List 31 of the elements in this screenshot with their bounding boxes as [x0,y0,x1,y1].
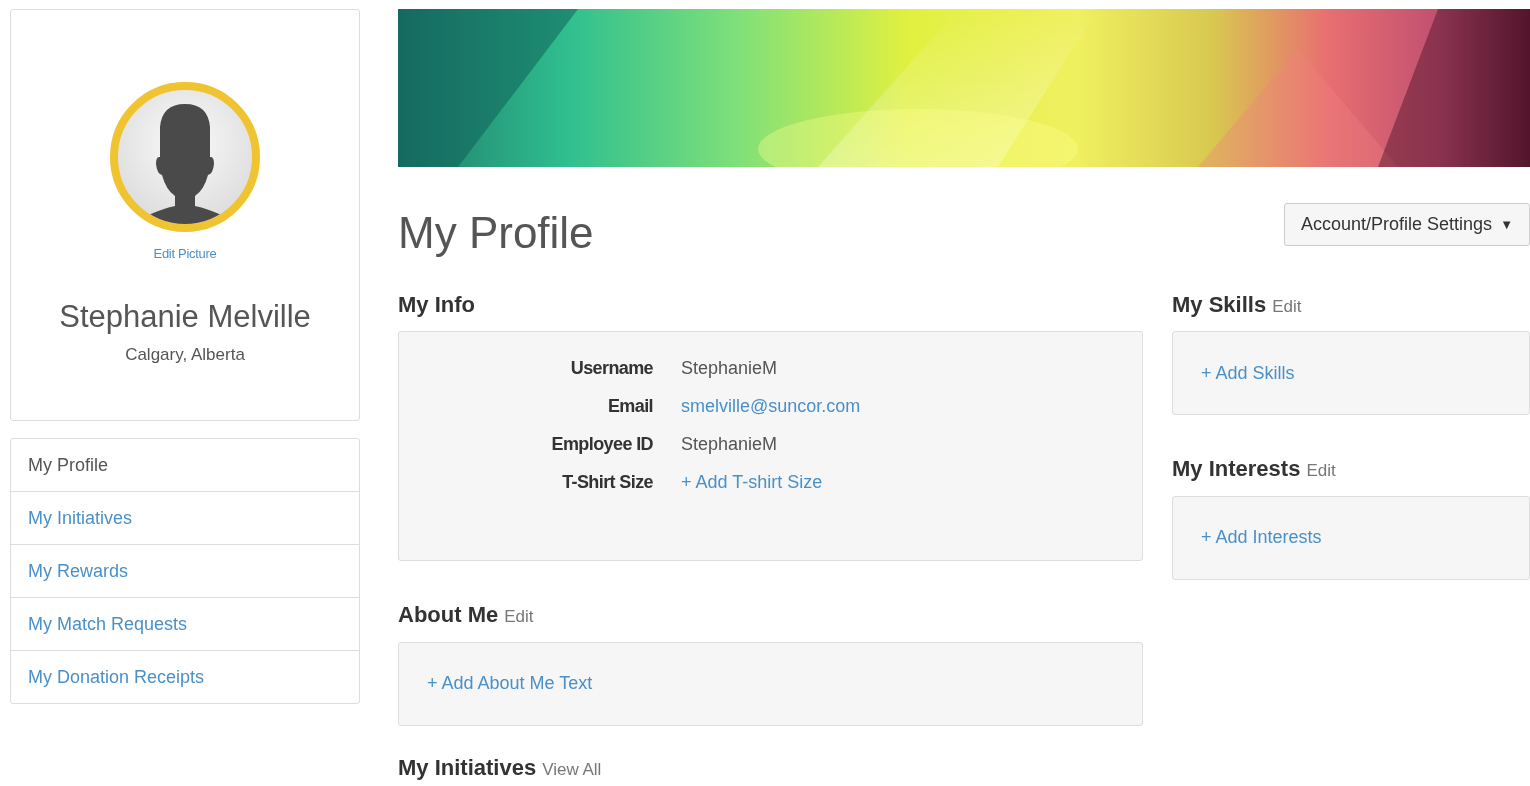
sidebar-item[interactable]: My Initiatives [11,492,359,545]
section-action-link[interactable]: Edit [1272,298,1302,317]
section-action-link[interactable]: Edit [504,608,534,627]
add-link[interactable]: + Add Skills [1201,363,1295,384]
sidebar-item[interactable]: My Match Requests [11,598,359,651]
sidebar-item[interactable]: My Donation Receipts [11,651,359,703]
edit-picture-link[interactable]: Edit Picture [153,246,217,261]
info-label: Employee ID [550,434,653,456]
section-heading: My Skills [1172,293,1267,317]
info-link[interactable]: + Add T-shirt Size [681,472,823,494]
info-label: Username [569,358,653,380]
section-heading: My Interests [1172,457,1301,481]
settings-dropdown-button[interactable]: Account/Profile Settings ▼ [1284,203,1530,246]
info-label: T-Shirt Size [561,472,653,494]
info-link[interactable]: smelville@suncor.com [681,396,861,418]
section-heading: About Me [398,603,499,627]
info-label: Email [606,396,653,418]
info-value: StephanieM [681,358,778,380]
section-action-link[interactable]: View All [542,760,602,779]
add-link[interactable]: + Add About Me Text [427,673,593,695]
section-action-link[interactable]: Edit [1306,462,1336,481]
avatar-icon [110,82,260,232]
info-value: StephanieM [681,434,778,456]
profile-name: Stephanie Melville [59,299,311,335]
page-title: My Profile [398,209,594,258]
sidebar-item[interactable]: My Rewards [11,545,359,598]
section-heading: My Info [398,293,475,317]
add-link[interactable]: + Add Interests [1201,527,1322,549]
section-heading: My Initiatives [398,755,537,779]
sidebar-item[interactable]: My Profile [11,439,359,492]
profile-location: Calgary, Alberta [125,345,245,365]
